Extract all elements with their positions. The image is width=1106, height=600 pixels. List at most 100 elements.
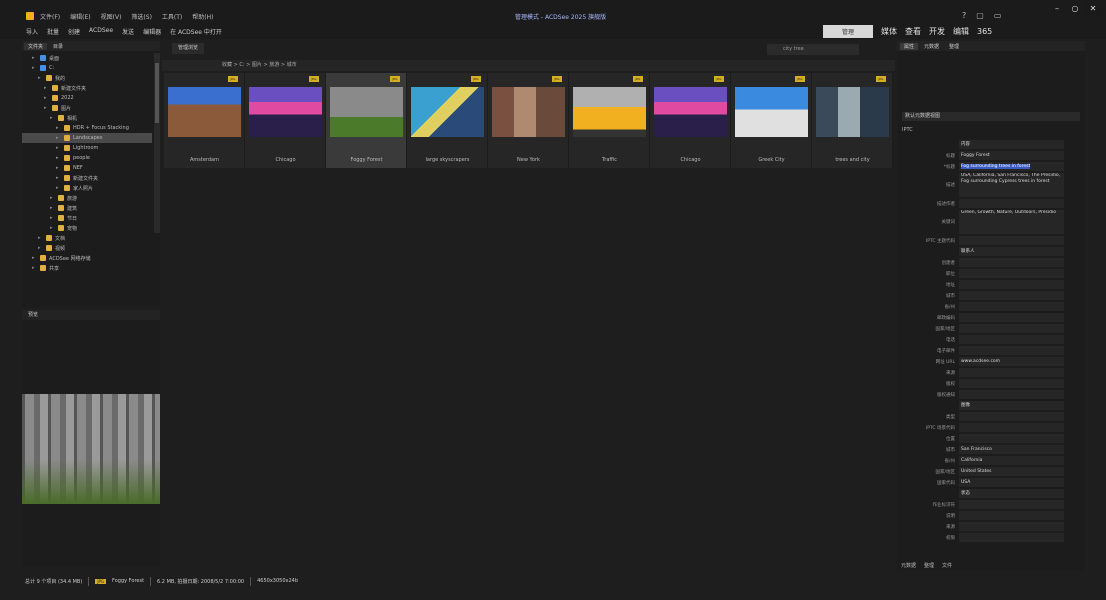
expand-arrow-icon[interactable]: ▸ [50,115,56,121]
tree-item[interactable]: ▸ people [22,153,152,163]
tree-item[interactable]: ▸ NEF [22,163,152,173]
field-value[interactable] [959,269,1064,278]
bottom-tab-metadata[interactable]: 元数据 [901,562,916,569]
editor-button[interactable]: 编辑器 [143,27,161,36]
tab-folders[interactable]: 文件夹 [24,42,48,50]
menu-file[interactable]: 文件(F) [40,12,60,21]
minimize-icon[interactable]: – [1048,2,1066,15]
tab-preview[interactable]: 预览 [22,310,160,320]
thumbnail-image[interactable] [168,87,241,137]
field-value[interactable] [959,434,1064,443]
field-value[interactable]: San Francisco [959,445,1064,454]
tree-item[interactable]: ▸ HDR + Focus Stacking [22,123,152,133]
field-value[interactable]: Green, Growth, Nature, Outdoors, Presidi… [959,210,1064,234]
field-value[interactable]: United States [959,467,1064,476]
search-input[interactable]: city tree [767,44,859,55]
expand-arrow-icon[interactable]: ▸ [50,215,56,221]
thumbnail-item[interactable]: JPG large skyscrapers [407,73,488,168]
thumbnail-image[interactable] [573,87,646,137]
field-value[interactable] [959,236,1064,245]
tree-item[interactable]: ▸ 我的 [22,73,152,83]
field-value[interactable]: Fog surrounding trees in forest [959,162,1064,171]
expand-arrow-icon[interactable]: ▸ [50,225,56,231]
menu-view[interactable]: 视图(V) [101,12,122,21]
menu-filter[interactable]: 筛选(S) [131,12,152,21]
thumbnail-item[interactable]: JPG Traffic [569,73,650,168]
tree-item[interactable]: ▸ 新建文件夹 [22,83,152,93]
layout-icon[interactable]: ▢ [976,11,984,20]
menu-edit[interactable]: 编辑(E) [70,12,90,21]
tree-item[interactable]: ▸ Landscapes [22,133,152,143]
expand-arrow-icon[interactable]: ▸ [44,95,50,101]
field-value[interactable]: 内容 [959,140,1064,149]
create-button[interactable]: 创建 [68,27,80,36]
tree-item[interactable]: ▸ 家人照片 [22,183,152,193]
mode-edit[interactable]: 编辑 [953,26,969,37]
field-value[interactable] [959,313,1064,322]
tree-item[interactable]: ▸ 文档 [22,233,152,243]
tree-item[interactable]: ▸ 图片 [22,103,152,113]
expand-arrow-icon[interactable]: ▸ [56,175,62,181]
expand-arrow-icon[interactable]: ▸ [38,235,44,241]
expand-arrow-icon[interactable]: ▸ [56,185,62,191]
thumbnail-image[interactable] [654,87,727,137]
import-button[interactable]: 导入 [26,27,38,36]
menu-help[interactable]: 帮助(H) [192,12,213,21]
thumbnail-item[interactable]: JPG Chicago [650,73,731,168]
display-icon[interactable]: ▭ [994,11,1002,20]
tree-item[interactable]: ▸ C: [22,63,152,73]
maximize-icon[interactable]: ○ [1066,2,1084,15]
field-value[interactable]: California [959,456,1064,465]
thumbnail-item[interactable]: JPG Greek City [731,73,812,168]
field-value[interactable] [959,258,1064,267]
iptc-section-header[interactable]: IPTC [902,127,913,133]
mode-develop[interactable]: 开发 [929,26,945,37]
field-value[interactable] [959,511,1064,520]
tree-item[interactable]: ▸ 旅游 [22,193,152,203]
tree-item[interactable]: ▸ 节日 [22,213,152,223]
field-value[interactable] [959,302,1064,311]
field-value[interactable] [959,199,1064,208]
expand-arrow-icon[interactable]: ▸ [50,205,56,211]
field-value[interactable]: USA [959,478,1064,487]
thumbnail-image[interactable] [330,87,403,137]
thumbnail-item[interactable]: JPG Amsterdam [164,73,245,168]
browser-tab[interactable]: 管理浏览 [172,43,205,54]
field-value[interactable] [959,280,1064,289]
expand-arrow-icon[interactable]: ▸ [56,145,62,151]
metadata-view-select[interactable]: 默认元数据视图 [902,112,1080,121]
thumbnail-item[interactable]: JPG Foggy Forest [326,73,407,168]
field-value[interactable] [959,522,1064,531]
tab-catalog[interactable]: 目录 [49,43,67,50]
bottom-tab-file[interactable]: 文件 [942,562,952,569]
expand-arrow-icon[interactable]: ▸ [56,155,62,161]
expand-arrow-icon[interactable]: ▸ [56,135,62,141]
folder-scrollbar[interactable] [154,53,160,233]
expand-arrow-icon[interactable]: ▸ [44,105,50,111]
field-value[interactable] [959,291,1064,300]
mode-manage[interactable]: 管理 [823,25,873,38]
expand-arrow-icon[interactable]: ▸ [38,75,44,81]
thumbnail-image[interactable] [249,87,322,137]
expand-arrow-icon[interactable]: ▸ [32,55,38,61]
field-value[interactable] [959,335,1064,344]
menu-tools[interactable]: 工具(T) [162,12,182,21]
thumbnail-image[interactable] [735,87,808,137]
field-value[interactable] [959,533,1064,542]
mode-365[interactable]: 365 [977,27,992,36]
field-value[interactable] [959,500,1064,509]
thumbnail-item[interactable]: JPG New York [488,73,569,168]
field-value[interactable]: www.acdsee.com [959,357,1064,366]
field-value[interactable] [959,423,1064,432]
mode-media[interactable]: 媒体 [881,26,897,37]
field-value[interactable]: USA, California, San Francisco, The Pres… [959,173,1064,197]
tree-item[interactable]: ▸ 新建文件夹 [22,173,152,183]
field-value[interactable] [959,390,1064,399]
expand-arrow-icon[interactable]: ▸ [44,85,50,91]
field-value[interactable] [959,412,1064,421]
help-icon[interactable]: ? [962,11,966,20]
field-value[interactable] [959,346,1064,355]
tree-item[interactable]: ▸ 桌面 [22,53,152,63]
tree-item[interactable]: ▸ 宠物 [22,223,152,233]
expand-arrow-icon[interactable]: ▸ [32,265,38,271]
